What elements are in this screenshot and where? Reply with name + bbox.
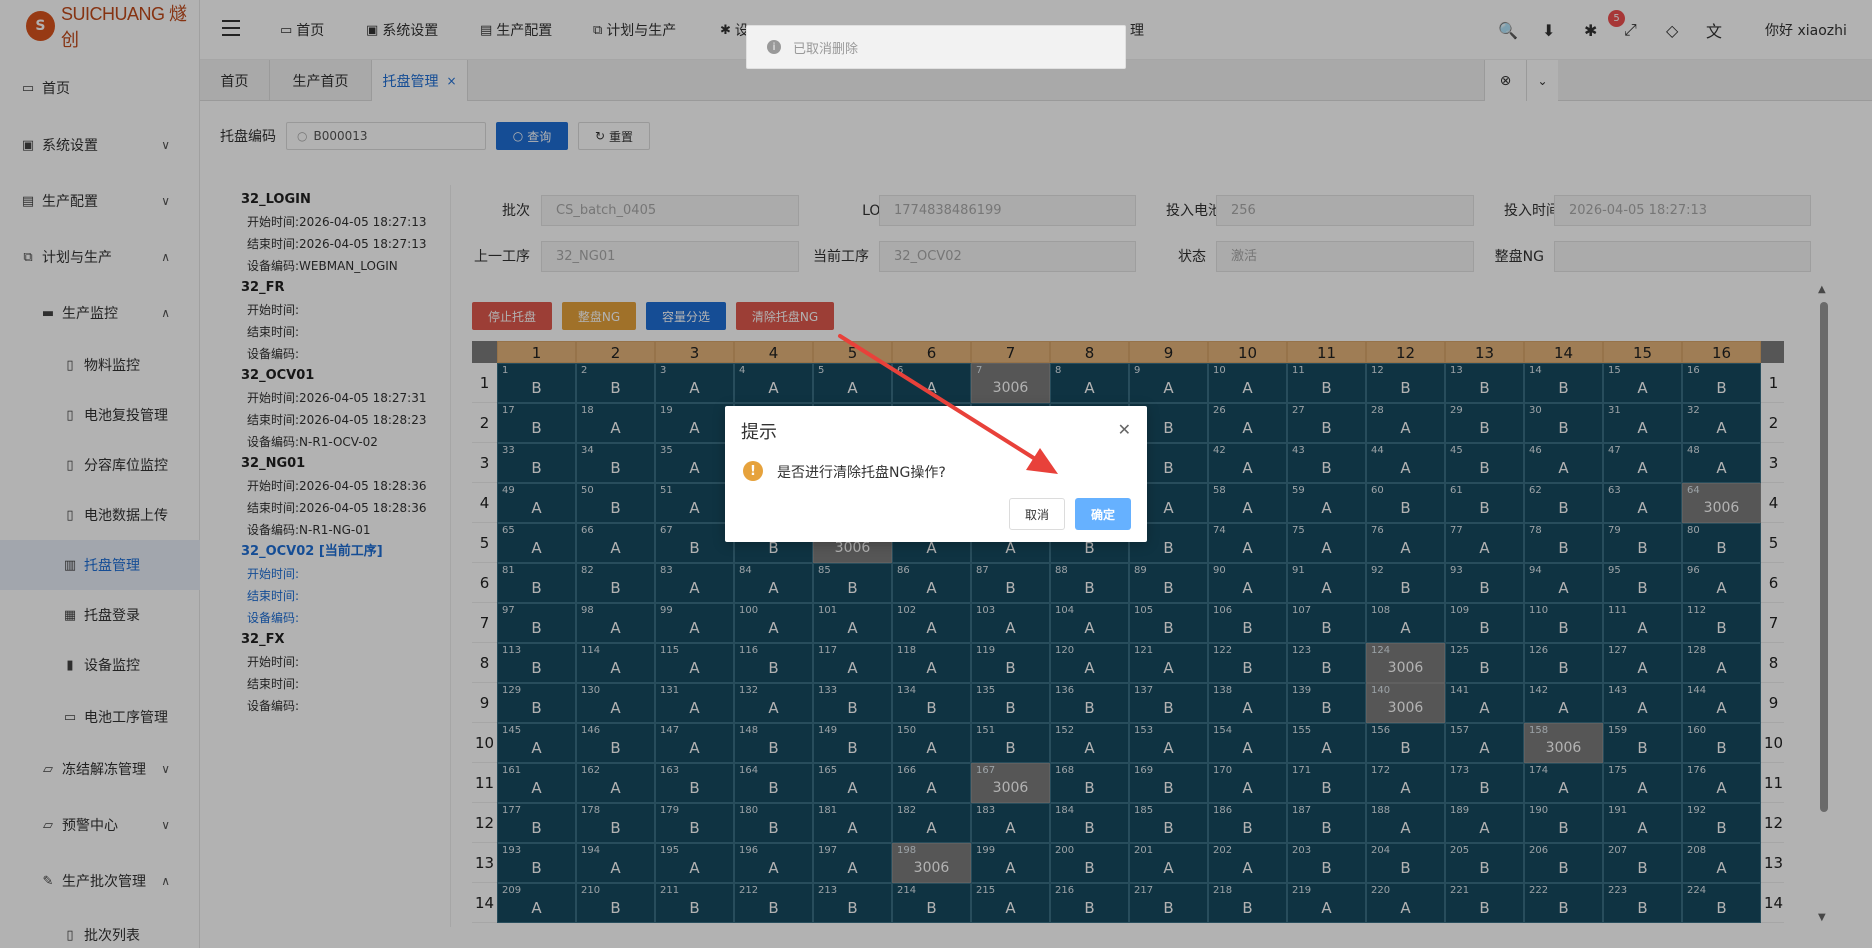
info-icon: i [767, 40, 781, 54]
dialog-title: 提示 [741, 422, 777, 443]
confirm-dialog: 提示 ✕ ! 是否进行清除托盘NG操作? 取消 确定 [725, 406, 1147, 542]
toast-text: 已取消删除 [793, 41, 859, 57]
dialog-close-icon[interactable]: ✕ [1118, 420, 1131, 439]
app-root: S SUICHUANG 燧创 ▭ 首页 ▣ 系统设置 ∨ ▤ 生产配置 ∨ ⧉ 计划与生产 ∧ ▬ 生产… [0, 0, 1872, 948]
dialog-message: 是否进行清除托盘NG操作? [777, 465, 946, 481]
toast-message: i 已取消删除 [746, 25, 1126, 69]
cancel-button[interactable]: 取消 [1009, 498, 1065, 530]
confirm-button[interactable]: 确定 [1075, 498, 1131, 530]
warning-icon: ! [743, 461, 763, 481]
